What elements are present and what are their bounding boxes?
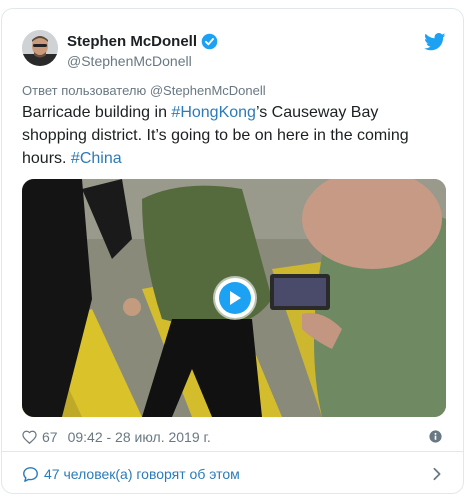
play-button[interactable] [215,278,255,318]
conversation-link[interactable]: 47 человек(а) говорят об этом [22,462,446,486]
author-name[interactable]: Stephen McDonell [67,33,218,50]
avatar[interactable] [22,30,58,66]
like-count: 67 [42,429,58,445]
play-icon [219,282,251,314]
chevron-right-icon [433,467,441,481]
like-button[interactable]: 67 [22,429,68,445]
author-handle[interactable]: @StephenMcDonell [67,53,192,69]
hashtag-hongkong[interactable]: #HongKong [171,104,256,121]
author-name-text: Stephen McDonell [67,33,198,50]
hashtag-china[interactable]: #China [71,150,122,167]
info-icon[interactable] [429,430,442,443]
verified-badge-icon [201,33,218,50]
video-thumbnail[interactable] [22,179,446,417]
timestamp[interactable]: 09:42 - 28 июл. 2019 г. [68,429,211,445]
tweet-text: Barricade building in #HongKong’s Causew… [22,101,442,170]
tweet-card: Stephen McDonell @StephenMcDonell Ответ … [1,8,464,494]
reply-to-label[interactable]: Ответ пользователю @StephenMcDonell [22,83,266,98]
avatar-photo [22,30,58,66]
twitter-bird-icon[interactable] [424,33,446,51]
comment-bubble-icon [23,466,38,482]
tweet-text-part-1: Barricade building in [22,104,172,121]
conversation-label: 47 человек(а) говорят об этом [44,466,240,482]
heart-icon [22,430,37,444]
divider [2,451,463,452]
tweet-meta: 67 09:42 - 28 июл. 2019 г. [22,428,446,446]
